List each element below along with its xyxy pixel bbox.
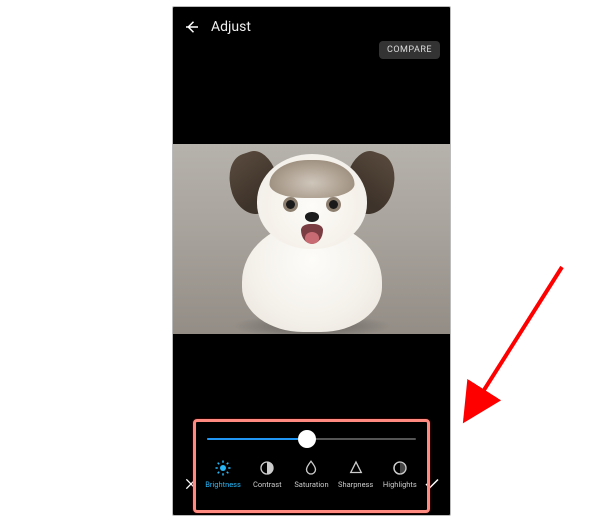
tool-label: Brightness (205, 480, 241, 489)
adjust-slider[interactable] (173, 421, 450, 457)
tool-highlights[interactable]: Highlights (379, 459, 421, 489)
cancel-button[interactable] (181, 474, 201, 494)
tool-label: Saturation (294, 480, 328, 489)
tool-label: Sharpness (338, 480, 373, 489)
back-button[interactable] (183, 18, 201, 36)
adjust-controls: Brightness Contrast Saturation Sharpness Hig… (173, 421, 450, 515)
brightness-icon (214, 459, 232, 477)
tool-label: Highlights (383, 480, 417, 489)
slider-track (207, 438, 416, 440)
compare-button[interactable]: COMPARE (379, 41, 440, 59)
tools-row: Brightness Contrast Saturation Sharpness Hig… (173, 457, 450, 509)
tool-contrast[interactable]: Contrast (246, 459, 288, 489)
page-title: Adjust (211, 19, 251, 35)
arrow-left-icon (183, 18, 201, 36)
image-canvas[interactable] (173, 47, 450, 421)
compare-label: COMPARE (387, 45, 432, 55)
tool-label: Contrast (253, 480, 282, 489)
photo-editor-screen: Adjust COMPARE (172, 6, 451, 516)
close-icon (183, 476, 199, 492)
highlights-icon (391, 459, 409, 477)
saturation-icon (302, 459, 320, 477)
confirm-button[interactable] (422, 474, 442, 494)
slider-fill (207, 438, 307, 440)
slider-thumb[interactable] (298, 430, 316, 448)
tool-saturation[interactable]: Saturation (290, 459, 332, 489)
tool-brightness[interactable]: Brightness (202, 459, 244, 489)
sharpness-icon (347, 459, 365, 477)
tool-sharpness[interactable]: Sharpness (335, 459, 377, 489)
contrast-icon (258, 459, 276, 477)
check-icon (423, 475, 441, 493)
edited-photo (173, 144, 450, 334)
